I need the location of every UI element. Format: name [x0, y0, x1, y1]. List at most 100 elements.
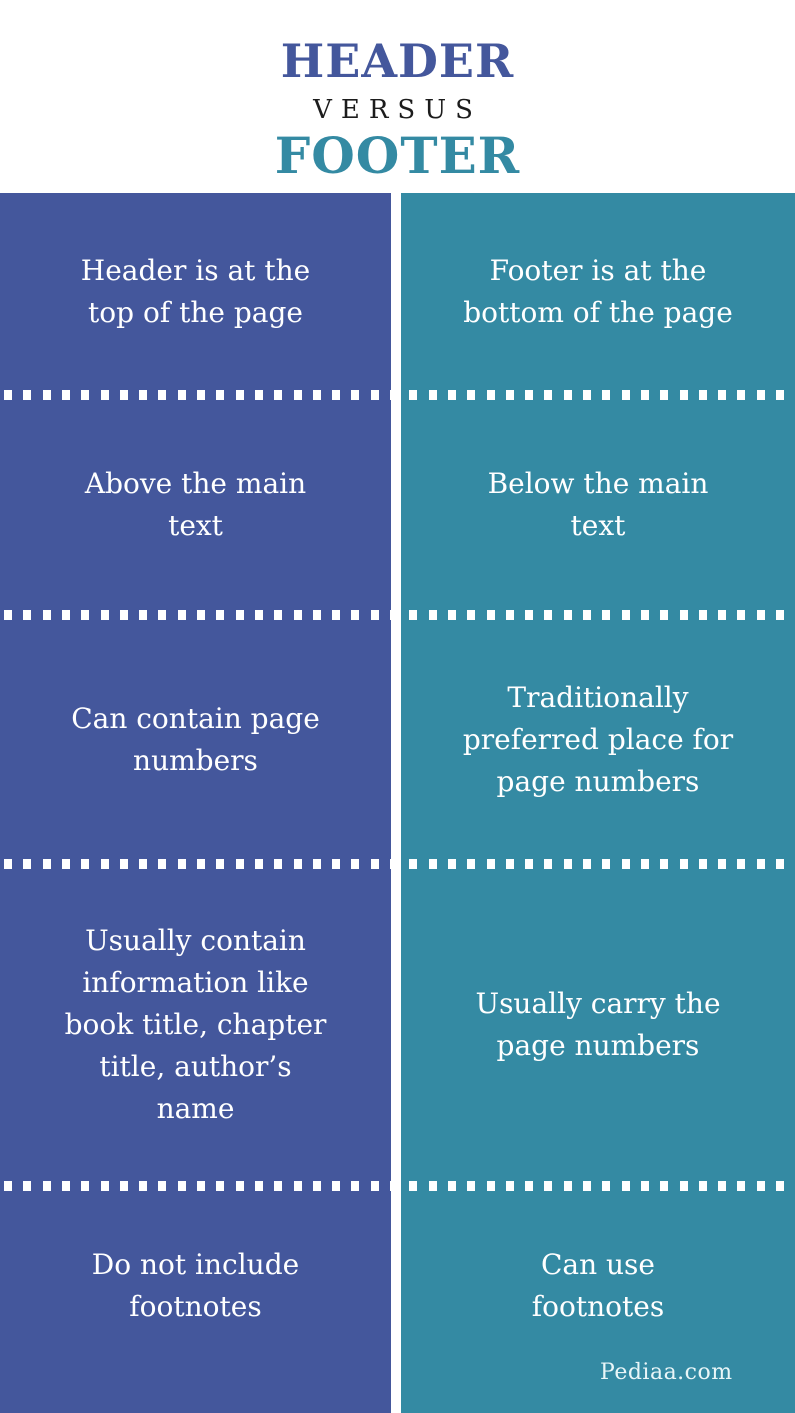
divider-dot	[544, 390, 553, 400]
divider-dot	[621, 390, 630, 400]
divider-dot	[81, 390, 90, 400]
divider-dot	[197, 1181, 205, 1191]
divider-dot	[756, 390, 765, 400]
divider-dot	[216, 1181, 225, 1191]
divider-dot	[737, 610, 746, 620]
row-divider	[0, 610, 795, 620]
divider-dot	[718, 859, 727, 869]
divider-dot	[4, 390, 12, 400]
divider-dot	[61, 390, 70, 400]
divider-dot	[602, 390, 611, 400]
divider-dot	[679, 1181, 688, 1191]
divider-dot	[197, 610, 205, 620]
divider-dot	[467, 1181, 476, 1191]
divider-dot	[698, 859, 707, 869]
title-header: HEADER	[280, 34, 515, 88]
divider-dot	[409, 390, 418, 400]
divider-dot	[447, 1181, 456, 1191]
divider-dot	[351, 859, 360, 869]
divider-dot	[216, 390, 225, 400]
divider-dot	[351, 610, 360, 620]
divider-dot	[177, 859, 186, 869]
divider-dot	[660, 1181, 669, 1191]
divider-dot	[4, 1181, 12, 1191]
divider-dot	[467, 610, 476, 620]
divider-dot	[602, 610, 611, 620]
divider-dot	[235, 610, 244, 620]
divider-dot	[42, 1181, 51, 1191]
divider-dot	[602, 859, 611, 869]
divider-dot	[544, 1181, 553, 1191]
divider-dot	[274, 859, 283, 869]
divider-dot	[139, 390, 148, 400]
divider-dot	[370, 390, 379, 400]
divider-dot	[23, 610, 32, 620]
divider-dot	[640, 610, 649, 620]
divider-dot	[640, 859, 649, 869]
header-point-5: Do not include footnotes	[91, 1248, 300, 1323]
footer-point-4: Usually carry the page numbers	[475, 987, 721, 1062]
divider-dot	[679, 859, 688, 869]
divider-dot	[158, 390, 167, 400]
divider-dot	[737, 859, 746, 869]
divider-dot	[100, 859, 109, 869]
divider-dot	[61, 1181, 70, 1191]
divider-dot	[158, 859, 167, 869]
divider-dot	[100, 390, 109, 400]
header-point-1: Header is at the top of the page	[80, 253, 311, 329]
divider-dot	[486, 859, 495, 869]
header-point-3: Can contain page numbers	[71, 701, 320, 777]
divider-dot	[4, 610, 12, 620]
divider-dot	[640, 1181, 649, 1191]
divider-dot	[42, 859, 51, 869]
divider-dot	[119, 859, 128, 869]
divider-dot	[23, 859, 32, 869]
divider-dot	[293, 859, 302, 869]
divider-dot	[563, 1181, 572, 1191]
divider-dot	[544, 610, 553, 620]
divider-dot	[756, 859, 765, 869]
divider-dot	[660, 610, 669, 620]
divider-dot	[177, 1181, 186, 1191]
divider-dot	[486, 1181, 495, 1191]
divider-dot	[776, 610, 784, 620]
divider-dot	[583, 610, 591, 620]
divider-dot	[197, 390, 205, 400]
divider-dot	[621, 610, 630, 620]
divider-dot	[332, 1181, 341, 1191]
divider-dot	[486, 390, 495, 400]
divider-dot	[583, 390, 591, 400]
divider-dot	[4, 859, 12, 869]
divider-dot	[776, 859, 784, 869]
divider-dot	[621, 1181, 630, 1191]
divider-dot	[216, 859, 225, 869]
divider-dot	[583, 859, 591, 869]
divider-dot	[254, 859, 263, 869]
header-point-2: Above the main text	[84, 467, 307, 542]
footer-point-5: Can use footnotes	[531, 1248, 665, 1323]
divider-dot	[312, 1181, 321, 1191]
footer-point-3: Traditionally preferred place for page n…	[462, 680, 734, 798]
divider-dot	[23, 1181, 32, 1191]
divider-dot	[100, 1181, 109, 1191]
divider-dot	[254, 610, 263, 620]
divider-dot	[447, 390, 456, 400]
divider-dot	[390, 859, 398, 869]
divider-dot	[158, 1181, 167, 1191]
title-footer: FOOTER	[274, 126, 521, 185]
divider-dot	[718, 610, 727, 620]
divider-dot	[293, 390, 302, 400]
divider-dot	[332, 610, 341, 620]
divider-dot	[23, 390, 32, 400]
divider-dot	[139, 610, 148, 620]
divider-dot	[505, 1181, 514, 1191]
divider-dot	[42, 610, 51, 620]
divider-dot	[718, 1181, 727, 1191]
divider-dot	[216, 610, 225, 620]
divider-dot	[698, 1181, 707, 1191]
divider-dot	[525, 610, 534, 620]
divider-dot	[61, 610, 70, 620]
divider-dot	[428, 859, 437, 869]
divider-dot	[525, 859, 534, 869]
divider-dot	[100, 610, 109, 620]
